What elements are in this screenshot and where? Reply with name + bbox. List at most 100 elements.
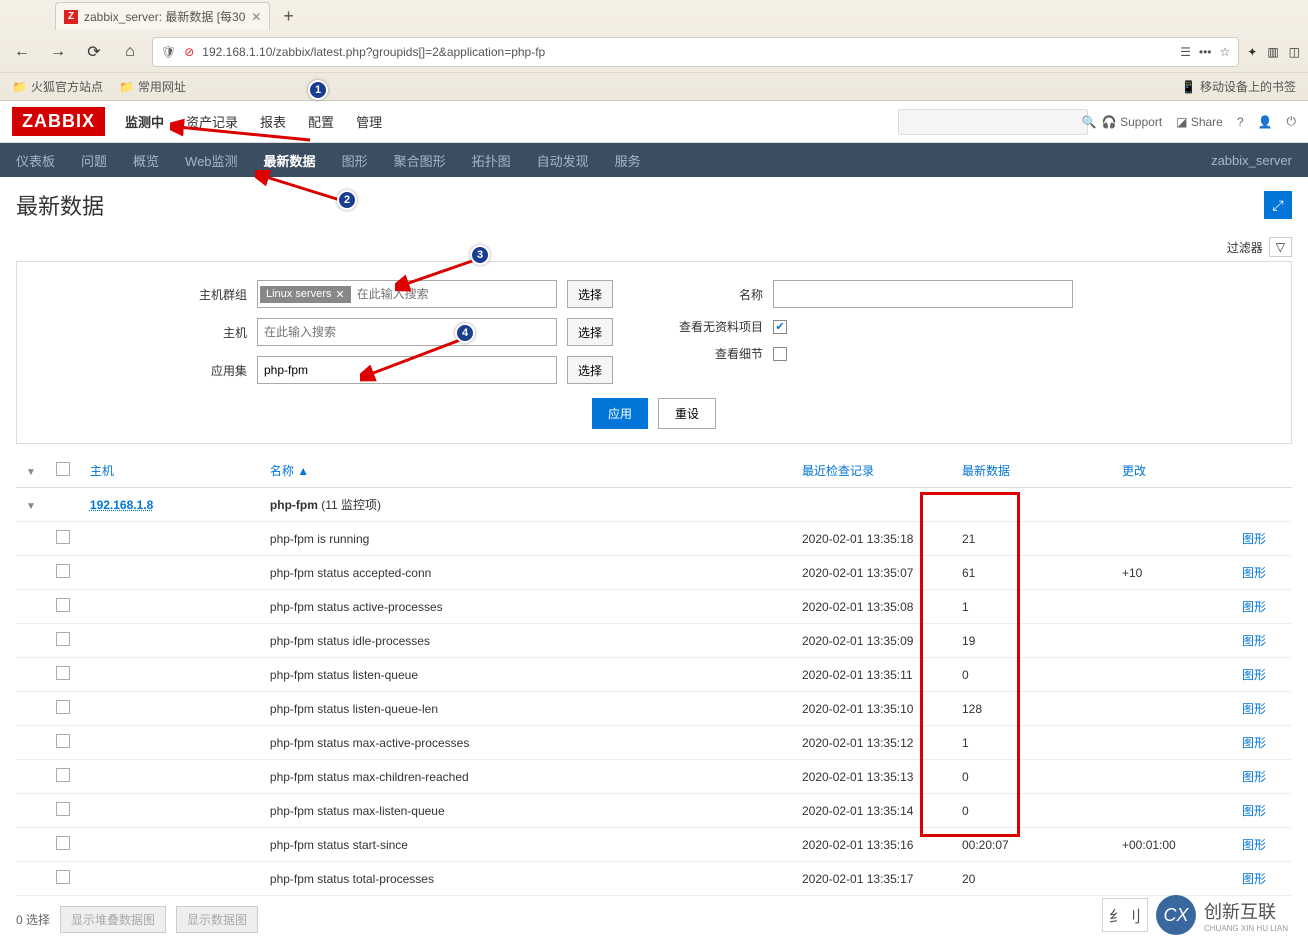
graph-link[interactable]: 图形: [1242, 702, 1266, 716]
search-icon[interactable]: 🔍: [1082, 115, 1097, 129]
subnav-discovery[interactable]: 自动发现: [537, 151, 589, 170]
zabbix-logo[interactable]: ZABBIX: [12, 107, 105, 136]
fullscreen-button[interactable]: ⤢: [1264, 191, 1292, 219]
nav-inventory[interactable]: 资产记录: [186, 102, 238, 141]
graph-link[interactable]: 图形: [1242, 872, 1266, 886]
row-checkbox[interactable]: [56, 598, 70, 612]
library-icon[interactable]: ▥: [1267, 45, 1278, 59]
forward-button[interactable]: →: [44, 38, 72, 66]
appset-input[interactable]: [257, 356, 557, 384]
hostgroup-input[interactable]: Linux servers✕: [257, 280, 557, 308]
show-stacked-button[interactable]: 显示堆叠数据图: [60, 906, 166, 933]
row-checkbox[interactable]: [56, 836, 70, 850]
collapse-all-icon[interactable]: ▼: [26, 467, 36, 478]
row-checkbox[interactable]: [56, 870, 70, 884]
apply-button[interactable]: 应用: [592, 398, 648, 429]
nav-monitoring[interactable]: 监测中: [125, 102, 164, 141]
subnav-overview[interactable]: 概览: [133, 151, 159, 170]
graph-link[interactable]: 图形: [1242, 600, 1266, 614]
nav-reports[interactable]: 报表: [260, 102, 286, 141]
more-icon[interactable]: •••: [1199, 45, 1212, 59]
graph-link[interactable]: 图形: [1242, 668, 1266, 682]
graph-link[interactable]: 图形: [1242, 804, 1266, 818]
row-checkbox[interactable]: [56, 700, 70, 714]
global-search[interactable]: 🔍: [898, 109, 1088, 135]
filter-toggle-icon[interactable]: ▽: [1269, 237, 1292, 257]
sidebar-icon[interactable]: ◫: [1289, 45, 1300, 59]
support-link[interactable]: 🎧 Support: [1102, 115, 1162, 129]
nav-config[interactable]: 配置: [308, 102, 334, 141]
col-host[interactable]: 主机: [80, 454, 260, 488]
reader-icon[interactable]: ☰: [1180, 45, 1191, 59]
show-details-checkbox[interactable]: [773, 347, 787, 361]
item-name: php-fpm status max-children-reached: [260, 760, 792, 794]
browser-tab[interactable]: Z zabbix_server: 最新数据 [每30 ✕: [55, 2, 270, 30]
graph-link[interactable]: 图形: [1242, 634, 1266, 648]
bookmark-item[interactable]: 📁常用网址: [119, 78, 186, 95]
item-name: php-fpm status accepted-conn: [260, 556, 792, 590]
nav-admin[interactable]: 管理: [356, 102, 382, 141]
expand-icon[interactable]: ▼: [26, 501, 36, 512]
extension-icon[interactable]: ✦: [1247, 45, 1257, 59]
top-nav: 监测中 资产记录 报表 配置 管理: [125, 102, 382, 141]
new-tab-button[interactable]: +: [274, 2, 302, 30]
watermark-icon: 纟刂: [1102, 898, 1148, 932]
row-checkbox[interactable]: [56, 802, 70, 816]
host-link[interactable]: 192.168.1.8: [90, 498, 153, 512]
graph-link[interactable]: 图形: [1242, 838, 1266, 852]
user-icon[interactable]: 👤: [1258, 115, 1273, 129]
row-checkbox[interactable]: [56, 632, 70, 646]
tag-remove-icon[interactable]: ✕: [335, 288, 344, 301]
help-icon[interactable]: ?: [1237, 115, 1244, 129]
host-text-input[interactable]: [260, 323, 554, 341]
power-icon[interactable]: ⏻: [1287, 114, 1297, 129]
table-row: php-fpm status listen-queue-len 2020-02-…: [16, 692, 1292, 726]
row-checkbox[interactable]: [56, 768, 70, 782]
graph-link[interactable]: 图形: [1242, 532, 1266, 546]
select-all-checkbox[interactable]: [56, 462, 70, 476]
col-latest[interactable]: 最新数据: [952, 454, 1112, 488]
subnav-screens[interactable]: 聚合图形: [394, 151, 446, 170]
subnav-latest[interactable]: 最新数据: [264, 151, 316, 170]
col-name[interactable]: 名称 ▲: [260, 454, 792, 488]
subnav-problems[interactable]: 问题: [81, 151, 107, 170]
bookmark-item[interactable]: 📁火狐官方站点: [12, 78, 103, 95]
reload-button[interactable]: ⟳: [80, 38, 108, 66]
name-input[interactable]: [773, 280, 1073, 308]
host-input[interactable]: [257, 318, 557, 346]
hostgroup-text-input[interactable]: [353, 285, 554, 303]
graph-link[interactable]: 图形: [1242, 566, 1266, 580]
star-icon[interactable]: ☆: [1219, 45, 1230, 59]
item-change: [1112, 658, 1232, 692]
url-bar[interactable]: 🛡 ⊘ 192.168.1.10/zabbix/latest.php?group…: [152, 37, 1239, 67]
col-change[interactable]: 更改: [1112, 454, 1232, 488]
hostgroup-select-button[interactable]: 选择: [567, 280, 613, 308]
header-right: 🔍 🎧 Support ◪ Share ? 👤 ⏻: [898, 109, 1296, 135]
home-button[interactable]: ⌂: [116, 38, 144, 66]
row-checkbox[interactable]: [56, 564, 70, 578]
show-no-data-checkbox[interactable]: ✔: [773, 320, 787, 334]
host-select-button[interactable]: 选择: [567, 318, 613, 346]
row-checkbox[interactable]: [56, 734, 70, 748]
subnav-dashboard[interactable]: 仪表板: [16, 151, 55, 170]
subnav-services[interactable]: 服务: [615, 151, 641, 170]
subnav-web[interactable]: Web监测: [185, 151, 238, 170]
mobile-bookmarks[interactable]: 📱移动设备上的书签: [1181, 78, 1296, 95]
graph-link[interactable]: 图形: [1242, 770, 1266, 784]
graph-link[interactable]: 图形: [1242, 736, 1266, 750]
row-checkbox[interactable]: [56, 666, 70, 680]
appset-select-button[interactable]: 选择: [567, 356, 613, 384]
item-change: [1112, 862, 1232, 896]
subnav-graphs[interactable]: 图形: [342, 151, 368, 170]
subnav-maps[interactable]: 拓扑图: [472, 151, 511, 170]
share-link[interactable]: ◪ Share: [1176, 115, 1223, 129]
item-time: 2020-02-01 13:35:08: [792, 590, 952, 624]
back-button[interactable]: ←: [8, 38, 36, 66]
search-input[interactable]: [905, 114, 1082, 129]
item-time: 2020-02-01 13:35:14: [792, 794, 952, 828]
show-graph-button[interactable]: 显示数据图: [176, 906, 258, 933]
reset-button[interactable]: 重设: [658, 398, 716, 429]
col-lastcheck[interactable]: 最近检查记录: [792, 454, 952, 488]
close-icon[interactable]: ✕: [251, 10, 261, 24]
row-checkbox[interactable]: [56, 530, 70, 544]
